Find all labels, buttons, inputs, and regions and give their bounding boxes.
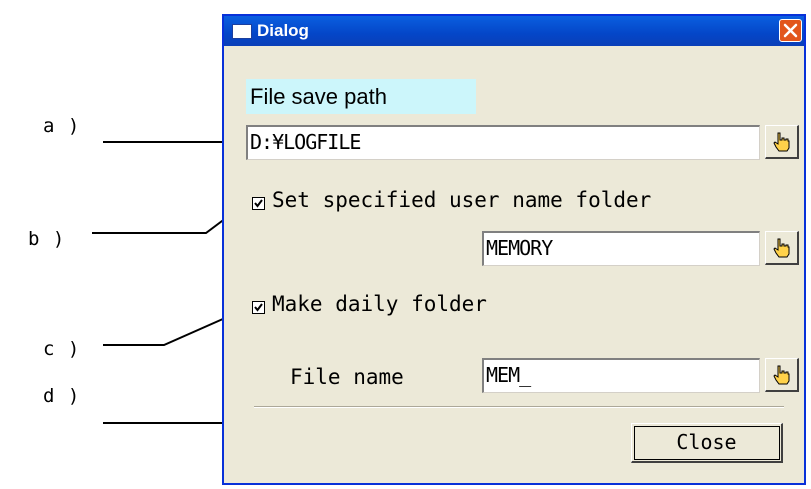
callout-d: d ) bbox=[43, 385, 81, 407]
close-button[interactable]: Close bbox=[631, 423, 783, 463]
title-bar[interactable]: Dialog bbox=[224, 16, 804, 46]
daily-folder-checkbox-label: Make daily folder bbox=[272, 292, 487, 316]
close-window-button[interactable] bbox=[779, 19, 802, 42]
file-name-input[interactable]: MEM_ bbox=[482, 358, 760, 393]
file-save-path-input[interactable]: D:¥LOGFILE bbox=[246, 125, 760, 160]
daily-folder-checkbox[interactable] bbox=[252, 301, 265, 314]
browse-file-name-button[interactable] bbox=[765, 358, 799, 392]
user-folder-input[interactable]: MEMORY bbox=[482, 231, 760, 266]
close-icon bbox=[783, 23, 798, 38]
hand-pointer-icon bbox=[773, 132, 790, 152]
checkmark-icon bbox=[254, 199, 263, 208]
browse-path-button[interactable] bbox=[765, 125, 799, 159]
callout-b: b ) bbox=[28, 228, 66, 250]
callout-a: a ) bbox=[43, 115, 81, 137]
file-name-label: File name bbox=[290, 365, 404, 389]
file-save-path-label: File save path bbox=[246, 79, 476, 114]
separator bbox=[254, 406, 784, 408]
dialog-title: Dialog bbox=[257, 21, 309, 40]
hand-pointer-icon bbox=[773, 238, 790, 258]
user-folder-checkbox-label: Set specified user name folder bbox=[272, 188, 652, 212]
window-icon bbox=[232, 24, 252, 39]
user-folder-checkbox[interactable] bbox=[252, 197, 265, 210]
dialog-window: Dialog File save path D:¥LOGFILE Set spe… bbox=[222, 14, 806, 485]
callout-c: c ) bbox=[43, 338, 81, 360]
hand-pointer-icon bbox=[773, 365, 790, 385]
browse-user-folder-button[interactable] bbox=[765, 231, 799, 265]
checkmark-icon bbox=[254, 303, 263, 312]
